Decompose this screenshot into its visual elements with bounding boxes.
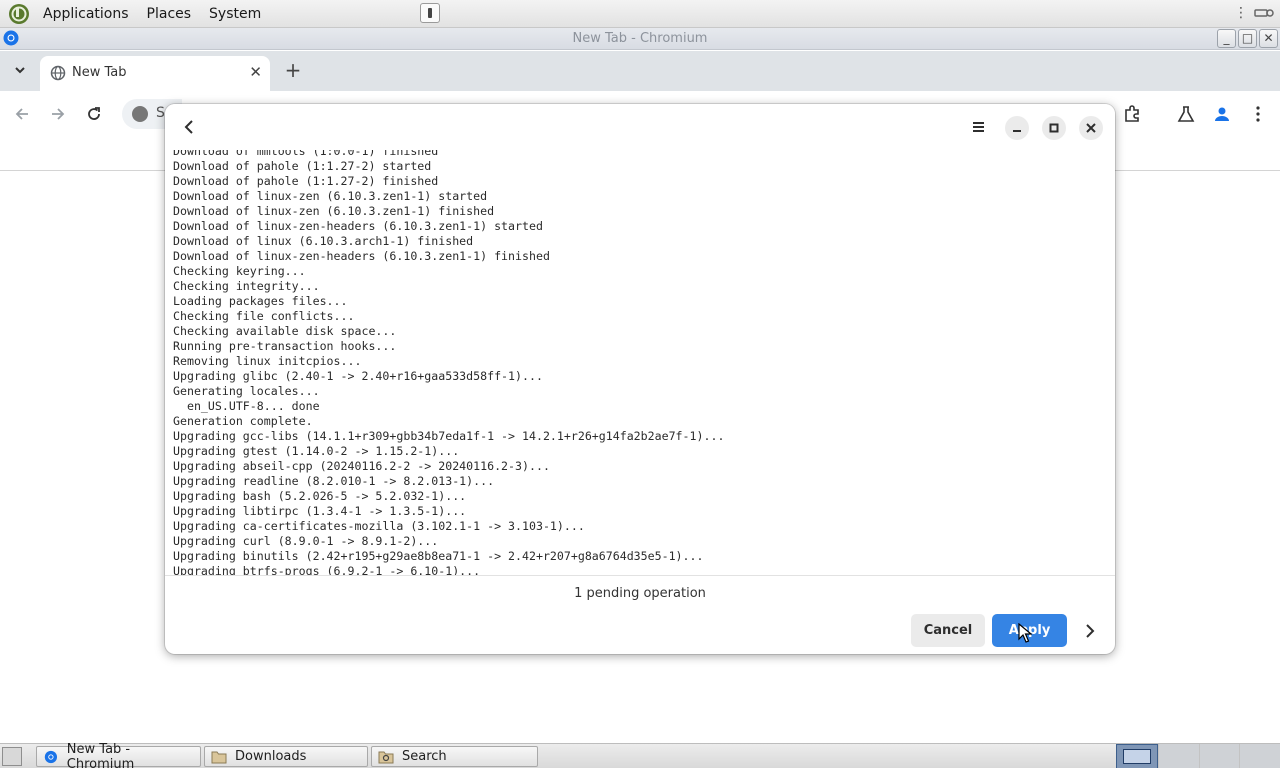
tab-label: New Tab <box>72 65 127 80</box>
system-menu[interactable]: System <box>200 0 270 28</box>
task-downloads[interactable]: Downloads <box>204 746 368 767</box>
log-line: Download of mmtools (1:0.0-1) finished <box>173 150 439 158</box>
tab-strip: New Tab ✕ + <box>0 51 1280 91</box>
chromium-icon <box>44 750 58 763</box>
panel-launcher-icon[interactable] <box>420 3 440 23</box>
workspace-4[interactable] <box>1239 744 1280 768</box>
task-label: Search <box>402 749 447 764</box>
log-line: Upgrading curl (8.9.0-1 -> 8.9.1-2)... <box>173 534 439 548</box>
profile-avatar-icon[interactable] <box>1212 104 1232 124</box>
dialog-minimize-button[interactable] <box>1005 116 1029 140</box>
log-line: Upgrading abseil-cpp (20240116.2-2 -> 20… <box>173 459 550 473</box>
log-line: Upgrading bash (5.2.026-5 -> 5.2.032-1).… <box>173 489 467 503</box>
mouse-cursor-icon <box>1018 623 1032 643</box>
log-line: Download of pahole (1:1.27-2) started <box>173 159 432 173</box>
workspace-3[interactable] <box>1198 744 1240 768</box>
task-chromium[interactable]: New Tab - Chromium <box>36 742 201 768</box>
search-folder-icon <box>378 751 394 763</box>
panel-tray: ⋮ <box>1234 5 1274 21</box>
tab-new-tab[interactable]: New Tab ✕ <box>40 56 270 91</box>
forward-arrow-icon[interactable] <box>48 104 68 124</box>
maximize-icon <box>1049 123 1059 133</box>
network-icon[interactable] <box>1254 6 1274 20</box>
dialog-close-button[interactable] <box>1079 116 1103 140</box>
log-line: Download of linux-zen-headers (6.10.3.ze… <box>173 219 543 233</box>
log-line: Upgrading gcc-libs (14.1.1+r309+gbb34b7e… <box>173 429 725 443</box>
window-titlebar[interactable]: New Tab - Chromium _ □ ✕ <box>0 28 1280 50</box>
log-line: Checking keyring... <box>173 264 306 278</box>
kebab-menu-icon[interactable] <box>1248 104 1268 124</box>
minimize-icon <box>1013 130 1021 132</box>
workspace-1[interactable] <box>1116 744 1158 768</box>
tab-close-icon[interactable]: ✕ <box>249 63 262 81</box>
pending-operations-label: 1 pending operation <box>574 586 706 601</box>
task-label: Downloads <box>235 749 307 764</box>
tab-search-chevron-icon[interactable] <box>10 63 30 79</box>
task-label: New Tab - Chromium <box>66 741 135 768</box>
window-minimize-button[interactable]: _ <box>1217 29 1236 48</box>
reload-icon[interactable] <box>84 104 104 124</box>
applications-menu[interactable]: Applications <box>34 0 138 28</box>
log-line: Upgrading readline (8.2.010-1 -> 8.2.013… <box>173 474 495 488</box>
mate-logo-icon[interactable] <box>8 3 30 25</box>
log-line: Upgrading binutils (2.42+r195+g29ae8b8ea… <box>173 549 704 563</box>
log-line: Running pre-transaction hooks... <box>173 339 397 353</box>
pamac-transaction-dialog: Download of mmtools (1:0.0-1) finished Do… <box>165 104 1115 654</box>
address-bar-text: S <box>156 105 165 121</box>
workspace-2[interactable] <box>1157 744 1199 768</box>
log-line: Loading packages files... <box>173 294 348 308</box>
back-arrow-icon[interactable] <box>12 104 32 124</box>
log-line: Checking integrity... <box>173 279 320 293</box>
log-line: Upgrading ca-certificates-mozilla (3.102… <box>173 519 585 533</box>
site-info-icon[interactable] <box>132 106 148 122</box>
log-lines: Download of mmtools (1:0.0-1) finished Do… <box>173 150 725 576</box>
hamburger-menu-icon[interactable] <box>967 117 989 137</box>
log-line: Generating locales... <box>173 384 320 398</box>
show-desktop-icon[interactable] <box>2 747 22 766</box>
log-line: Upgrading libtirpc (1.3.4-1 -> 1.3.5-1).… <box>173 504 467 518</box>
log-line: Generation complete. <box>173 414 313 428</box>
dialog-header <box>165 104 1115 150</box>
window-title: New Tab - Chromium <box>572 31 708 46</box>
log-line: Download of linux-zen-headers (6.10.3.ze… <box>173 249 550 263</box>
log-line: Download of linux-zen (6.10.3.zen1-1) st… <box>173 189 488 203</box>
places-menu[interactable]: Places <box>138 0 201 28</box>
top-panel: Applications Places System ⋮ <box>0 0 1280 28</box>
details-chevron-right-icon[interactable] <box>1079 620 1101 642</box>
log-line: en_US.UTF-8... done <box>173 399 320 413</box>
back-chevron-icon[interactable] <box>179 116 201 138</box>
log-line: Download of pahole (1:1.27-2) finished <box>173 174 439 188</box>
globe-icon <box>50 65 66 81</box>
log-line: Download of linux-zen (6.10.3.zen1-1) fi… <box>173 204 495 218</box>
window-close-button[interactable]: ✕ <box>1259 29 1278 48</box>
transaction-log[interactable]: Download of mmtools (1:0.0-1) finished Do… <box>165 150 1115 576</box>
new-tab-button[interactable]: + <box>282 60 304 82</box>
log-line: Checking available disk space... <box>173 324 397 338</box>
cancel-button[interactable]: Cancel <box>911 614 985 647</box>
close-icon <box>1086 123 1096 133</box>
log-line: Upgrading btrfs-progs (6.9.2-1 -> 6.10-1… <box>173 564 481 576</box>
log-line: Removing linux initcpios... <box>173 354 362 368</box>
log-line: Upgrading glibc (2.40-1 -> 2.40+r16+gaa5… <box>173 369 543 383</box>
log-line: Download of linux (6.10.3.arch1-1) finis… <box>173 234 474 248</box>
flask-labs-icon[interactable] <box>1176 104 1196 124</box>
panel-handle-icon[interactable]: ⋮ <box>1234 5 1248 21</box>
log-line: Checking file conflicts... <box>173 309 355 323</box>
task-search[interactable]: Search <box>371 746 538 767</box>
extensions-puzzle-icon[interactable] <box>1122 104 1142 124</box>
workspace-switcher <box>1116 744 1280 768</box>
bottom-taskbar: New Tab - Chromium Downloads Search <box>0 742 1280 768</box>
dialog-maximize-button[interactable] <box>1042 116 1066 140</box>
folder-icon <box>211 751 227 763</box>
window-maximize-button[interactable]: □ <box>1238 29 1257 48</box>
log-line: Upgrading gtest (1.14.0-2 -> 1.15.2-1)..… <box>173 444 460 458</box>
